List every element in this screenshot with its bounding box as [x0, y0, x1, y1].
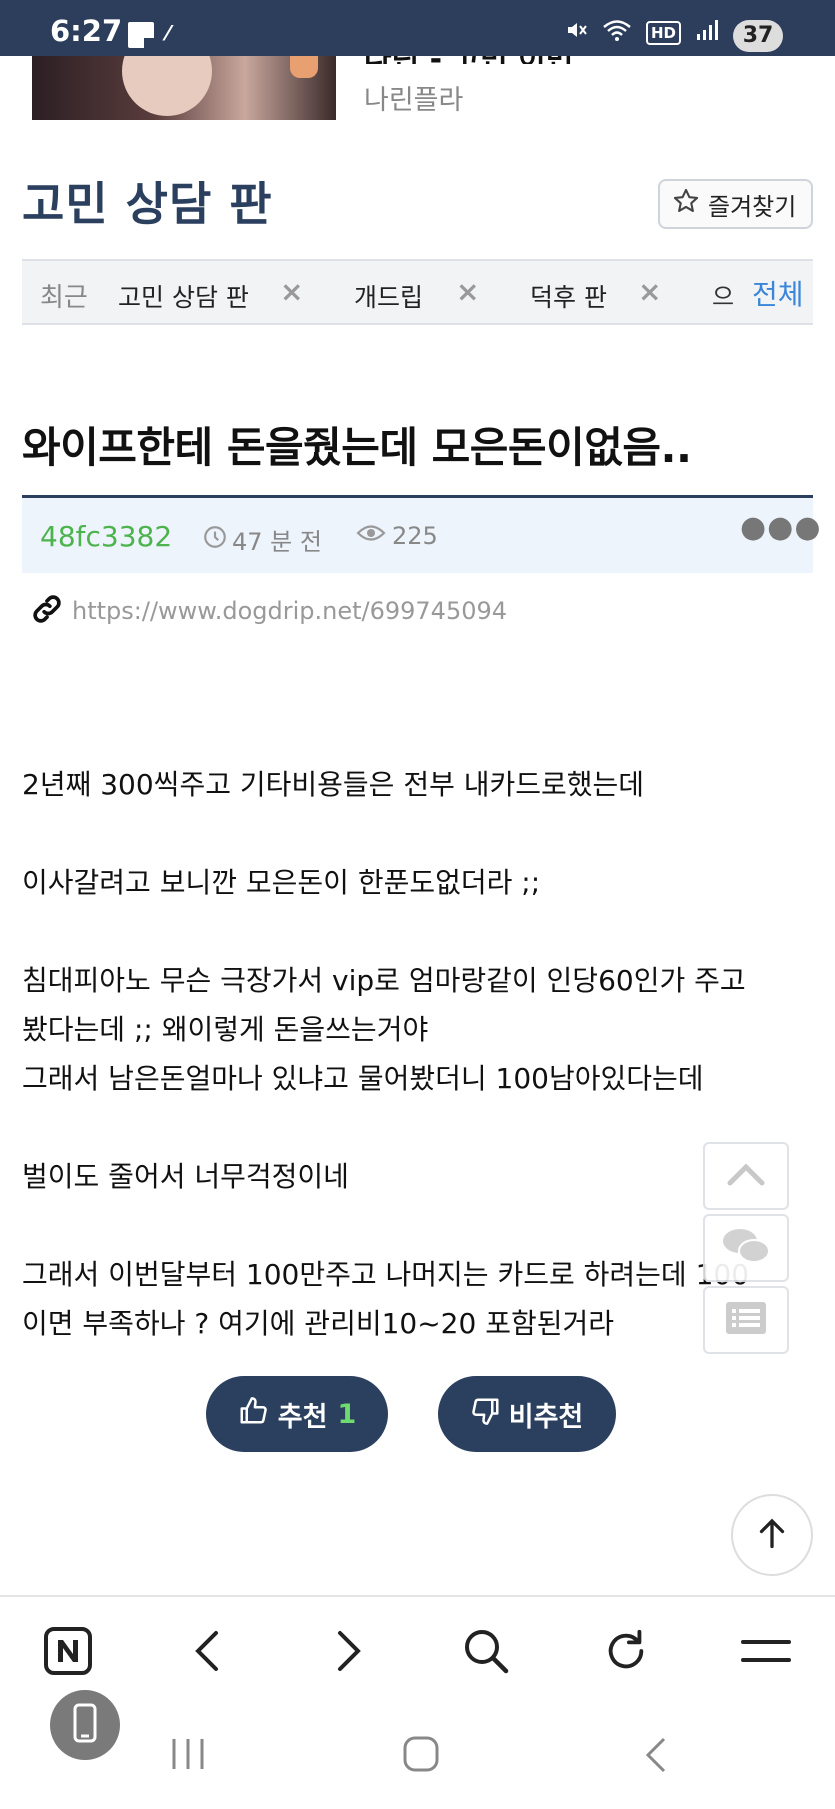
- comments-button[interactable]: [703, 1214, 789, 1282]
- android-navigation-bar: [0, 1705, 835, 1809]
- banner-light: [290, 56, 318, 78]
- post-permalink[interactable]: https://www.dogdrip.net/699745094: [30, 592, 507, 630]
- note-icon: [128, 22, 154, 48]
- recent-boards-bar: 최근 고민 상담 판 × 개드립 × 덕후 판 × 으 전체: [22, 259, 813, 325]
- back-button[interactable]: [180, 1625, 236, 1681]
- recent-item-dogdrip[interactable]: 개드립: [354, 278, 423, 314]
- upvote-count: 1: [337, 1398, 357, 1430]
- chevron-up-icon: [726, 1161, 766, 1191]
- recent-apps-icon: [168, 1737, 208, 1775]
- list-button[interactable]: [703, 1286, 789, 1354]
- chat-icon: [720, 1225, 772, 1271]
- signal-icon: [695, 18, 719, 47]
- menu-button[interactable]: [738, 1625, 794, 1681]
- downvote-label: 비추천: [508, 1401, 584, 1433]
- star-icon: [672, 187, 700, 221]
- recent-item-otaku[interactable]: 덕후 판: [530, 278, 607, 314]
- post-line: 그래서 이번달부터 100만주고 나머지는 카드로 하려는데 100: [22, 1258, 750, 1291]
- system-back-button[interactable]: [640, 1735, 670, 1779]
- mute-icon: [564, 18, 588, 47]
- recent-item-partial[interactable]: 으: [712, 277, 734, 312]
- post-line: 그래서 남은돈얼마나 있냐고 물어봤더니 100남아있다는데: [22, 1062, 704, 1095]
- thumbs-down-icon: [471, 1396, 501, 1433]
- banner-author[interactable]: 나린플라: [364, 78, 463, 117]
- back-icon: [190, 1629, 226, 1677]
- post-line: 침대피아노 무슨 극장가서 vip로 엄마랑같이 인당60인가 주고: [22, 964, 746, 997]
- phone-mode-button[interactable]: [50, 1690, 120, 1760]
- scroll-to-top-button[interactable]: [731, 1494, 813, 1576]
- arrow-up-icon: [754, 1515, 790, 1555]
- favorite-button[interactable]: 즐겨찾기: [658, 179, 813, 229]
- upvote-button[interactable]: 추천 1: [206, 1376, 388, 1452]
- status-icons: HD: [564, 18, 719, 47]
- more-options-icon[interactable]: ●●●: [740, 510, 822, 545]
- downvote-button[interactable]: 비추천: [438, 1376, 616, 1452]
- scroll-up-button[interactable]: [703, 1142, 789, 1210]
- post-line: [22, 809, 802, 858]
- recent-label: 최근: [40, 283, 88, 313]
- banner-thumbnail[interactable]: [32, 56, 336, 120]
- post-link-text[interactable]: https://www.dogdrip.net/699745094: [72, 597, 507, 625]
- sync-icon: ⁄⁄⁄: [166, 21, 170, 45]
- post-line: 벌이도 줄어서 너무걱정이네: [22, 1160, 349, 1193]
- naver-icon: [43, 1626, 93, 1680]
- post-line: [22, 1103, 802, 1152]
- refresh-button[interactable]: [598, 1625, 654, 1681]
- clock-icon: [202, 524, 228, 556]
- post-body: 2년째 300씩주고 기타비용들은 전부 내카드로했는데 이사갈려고 보니깐 모…: [22, 760, 802, 1348]
- post-title: 와이프한테 돈을줬는데 모은돈이없음..: [22, 423, 692, 472]
- post-time-text: 47 분 전: [232, 528, 322, 556]
- post-line: [22, 1201, 802, 1250]
- recent-all-link[interactable]: 전체: [746, 273, 804, 313]
- status-bar: 6:27 ⁄⁄⁄ HD 37: [0, 0, 835, 56]
- naver-home-button[interactable]: [40, 1625, 96, 1681]
- favorite-label: 즐겨찾기: [708, 192, 797, 221]
- close-icon[interactable]: ×: [456, 275, 479, 308]
- battery-indicator: 37: [733, 20, 783, 52]
- post-line: [22, 907, 802, 956]
- post-meta-bar: 48fc3382 47 분 전 225 ●●●: [22, 495, 821, 573]
- forward-button[interactable]: [320, 1625, 376, 1681]
- recent-item-worry[interactable]: 고민 상담 판: [118, 278, 249, 314]
- menu-icon: [741, 1636, 791, 1670]
- board-title[interactable]: 고민 상담 판: [22, 168, 273, 234]
- recent-apps-button[interactable]: [168, 1737, 208, 1775]
- post-time: 47 분 전: [202, 522, 322, 557]
- close-icon[interactable]: ×: [280, 275, 303, 308]
- upvote-label: 추천: [277, 1401, 328, 1433]
- home-icon: [402, 1735, 440, 1777]
- link-icon: [30, 592, 64, 630]
- post-views-count: 225: [392, 522, 438, 550]
- post-author[interactable]: 48fc3382: [40, 520, 172, 553]
- status-time: 6:27: [50, 14, 123, 48]
- refresh-icon: [603, 1628, 649, 1678]
- hd-icon: HD: [645, 20, 681, 45]
- eye-icon: [356, 522, 386, 550]
- post-views: 225: [356, 522, 438, 550]
- banner-title[interactable]: 나린 - 고민 이번: [364, 56, 584, 64]
- post-line: 2년째 300씩주고 기타비용들은 전부 내카드로했는데: [22, 768, 645, 801]
- banner-face: [122, 56, 212, 116]
- search-button[interactable]: [458, 1625, 514, 1681]
- thumbs-up-icon: [238, 1396, 268, 1433]
- close-icon[interactable]: ×: [638, 275, 661, 308]
- search-icon: [462, 1627, 510, 1679]
- post-line: 이사갈려고 보니깐 모은돈이 한푼도없더라 ;;: [22, 866, 541, 899]
- post-line: 봤다는데 ;; 왜이렇게 돈을쓰는거야: [22, 1013, 429, 1046]
- post-line: 이면 부족하나 ? 여기에 관리비10~20 포함된거라: [22, 1307, 615, 1340]
- browser-toolbar: [0, 1595, 835, 1705]
- forward-icon: [330, 1629, 366, 1677]
- system-back-icon: [640, 1735, 670, 1779]
- wifi-icon: [602, 18, 632, 47]
- phone-icon: [68, 1702, 102, 1748]
- home-button[interactable]: [402, 1735, 440, 1777]
- list-icon: [724, 1300, 768, 1340]
